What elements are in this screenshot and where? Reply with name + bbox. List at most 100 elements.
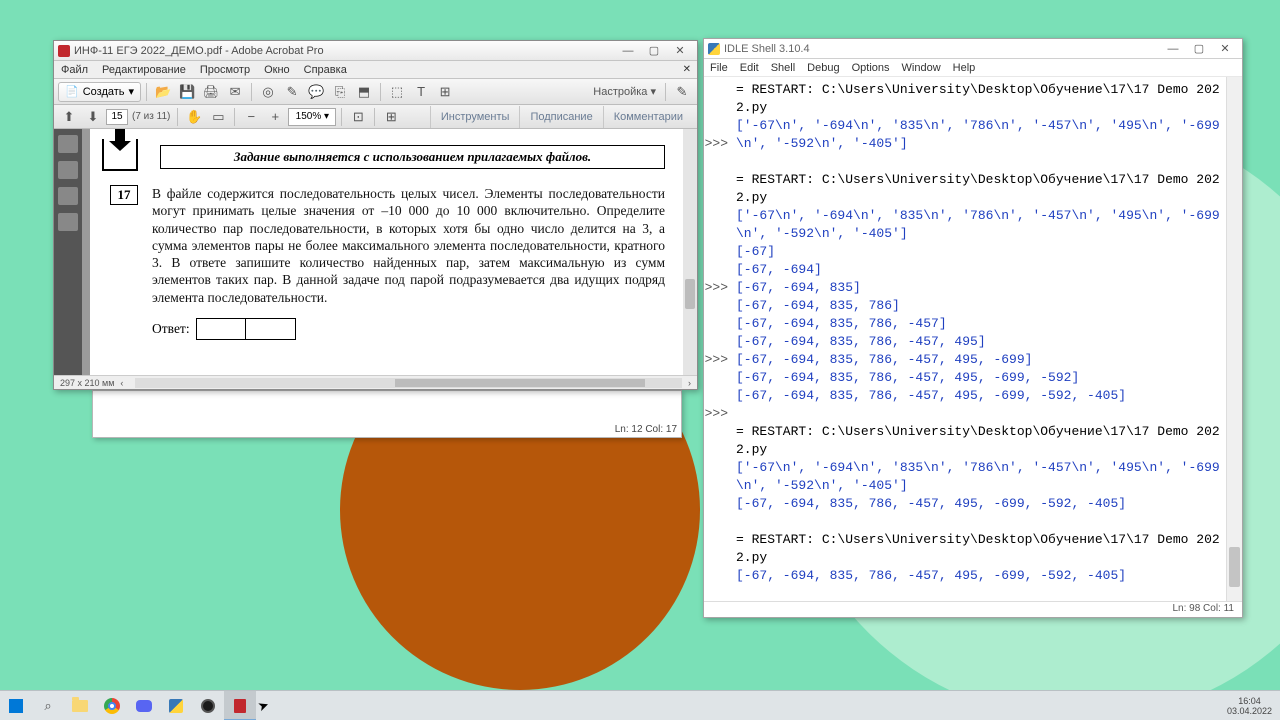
answer-box-1 <box>196 318 246 340</box>
tool-icon-1[interactable]: ◎ <box>257 82 279 102</box>
hand-tool-icon[interactable]: ✋ <box>183 107 205 127</box>
menu-view[interactable]: Просмотр <box>193 64 257 76</box>
horizontal-scrollbar[interactable] <box>135 378 682 388</box>
clock-time: 16:04 <box>1227 696 1272 706</box>
vertical-scrollbar[interactable] <box>683 129 697 375</box>
page-dimensions: 297 x 210 мм <box>60 378 114 388</box>
create-label: Создать <box>83 86 125 98</box>
task-banner: Задание выполняется с использованием при… <box>160 145 665 169</box>
background-editor-window: Ln: 12 Col: 17 <box>92 390 682 438</box>
idle-menu-shell[interactable]: Shell <box>765 62 801 74</box>
misc-tool-icon[interactable]: ⊞ <box>380 107 402 127</box>
acrobat-titlebar[interactable]: ИНФ-11 ЕГЭ 2022_ДЕМО.pdf - Adobe Acrobat… <box>54 41 697 61</box>
taskbar-idle-button[interactable] <box>160 691 192 720</box>
idle-statusbar: Ln: 98 Col: 11 <box>704 601 1242 617</box>
acrobat-toolbar-nav: ⬆ ⬇ (7 из 11) ✋ ▭ − + 150% ▾ ⊡ ⊞ Инструм… <box>54 105 697 129</box>
pdf-page: Задание выполняется с использованием при… <box>90 129 685 375</box>
taskbar-obs-button[interactable] <box>192 691 224 720</box>
acrobat-statusbar: 297 x 210 мм ‹ › <box>54 375 697 389</box>
answer-label: Ответ: <box>152 321 190 337</box>
zoom-out-icon[interactable]: − <box>240 107 262 127</box>
page-down-icon[interactable]: ⬇ <box>82 107 104 127</box>
idle-vertical-scrollbar[interactable] <box>1226 77 1242 601</box>
zoom-select[interactable]: 150% ▾ <box>288 108 336 126</box>
taskbar-clock[interactable]: 16:04 03.04.2022 <box>1219 696 1280 716</box>
acrobat-page-viewport[interactable]: Задание выполняется с использованием при… <box>82 129 697 375</box>
zoom-in-icon[interactable]: + <box>264 107 286 127</box>
start-button[interactable] <box>0 691 32 720</box>
idle-menu-debug[interactable]: Debug <box>801 62 845 74</box>
tab-sign[interactable]: Подписание <box>519 106 602 128</box>
acrobat-title: ИНФ-11 ЕГЭ 2022_ДЕМО.pdf - Adobe Acrobat… <box>74 45 615 57</box>
idle-menu-file[interactable]: File <box>704 62 734 74</box>
page-number-input[interactable] <box>106 109 128 125</box>
task-number: 17 <box>110 185 138 205</box>
sidebar-bookmarks-icon[interactable] <box>58 161 78 179</box>
idle-titlebar[interactable]: IDLE Shell 3.10.4 — ▢ ✕ <box>704 39 1242 59</box>
editor-status: Ln: 12 Col: 17 <box>615 424 677 435</box>
idle-window: IDLE Shell 3.10.4 — ▢ ✕ File Edit Shell … <box>703 38 1243 618</box>
maximize-button[interactable]: ▢ <box>641 42 667 60</box>
acrobat-sidebar <box>54 129 82 375</box>
idle-minimize-button[interactable]: — <box>1160 40 1186 58</box>
clock-date: 03.04.2022 <box>1227 706 1272 716</box>
tool-icon-3[interactable]: 💬 <box>305 82 327 102</box>
tool-icon-8[interactable]: ⊞ <box>434 82 456 102</box>
idle-close-button[interactable]: ✕ <box>1212 40 1238 58</box>
scroll-right-icon[interactable]: › <box>688 378 691 388</box>
tool-icon-7[interactable]: T <box>410 82 432 102</box>
save-icon[interactable]: 💾 <box>176 82 198 102</box>
tool-icon-9[interactable]: ✎ <box>671 82 693 102</box>
sidebar-sign-icon[interactable] <box>58 213 78 231</box>
mail-icon[interactable]: ✉ <box>224 82 246 102</box>
scroll-left-icon[interactable]: ‹ <box>114 378 129 388</box>
taskbar-search-button[interactable]: ⌕ <box>32 691 64 720</box>
pdf-icon <box>58 45 70 57</box>
taskbar-explorer-button[interactable] <box>64 691 96 720</box>
close-button[interactable]: ✕ <box>667 42 693 60</box>
open-icon[interactable]: 📂 <box>152 82 174 102</box>
acrobat-window: ИНФ-11 ЕГЭ 2022_ДЕМО.pdf - Adobe Acrobat… <box>53 40 698 390</box>
sidebar-attach-icon[interactable] <box>58 187 78 205</box>
page-total-label: (7 из 11) <box>130 111 172 122</box>
download-icon <box>102 139 138 171</box>
create-icon: 📄 <box>65 85 79 98</box>
document-close-button[interactable]: ✕ <box>677 64 697 75</box>
idle-menu-edit[interactable]: Edit <box>734 62 765 74</box>
idle-menu-window[interactable]: Window <box>896 62 947 74</box>
create-button[interactable]: 📄 Создать ▾ <box>58 82 141 102</box>
task-text: В файле содержится последовательность це… <box>152 185 665 306</box>
idle-scrollbar-thumb[interactable] <box>1229 547 1240 587</box>
tool-icon-5[interactable]: ⬒ <box>353 82 375 102</box>
idle-output[interactable]: = RESTART: C:\Users\University\Desktop\О… <box>732 77 1226 601</box>
chevron-down-icon: ▾ <box>129 85 135 98</box>
tool-icon-6[interactable]: ⬚ <box>386 82 408 102</box>
scrollbar-thumb[interactable] <box>685 279 695 309</box>
menu-window[interactable]: Окно <box>257 64 297 76</box>
menu-edit[interactable]: Редактирование <box>95 64 193 76</box>
tab-tools[interactable]: Инструменты <box>430 106 520 128</box>
tool-icon-4[interactable]: ⎘ <box>329 82 351 102</box>
tool-icon-2[interactable]: ✎ <box>281 82 303 102</box>
tab-comments[interactable]: Комментарии <box>603 106 693 128</box>
idle-title: IDLE Shell 3.10.4 <box>724 43 1160 55</box>
taskbar-discord-button[interactable] <box>128 691 160 720</box>
taskbar-chrome-button[interactable] <box>96 691 128 720</box>
minimize-button[interactable]: — <box>615 42 641 60</box>
settings-button[interactable]: Настройка ▾ <box>589 85 660 98</box>
idle-menu-options[interactable]: Options <box>846 62 896 74</box>
page-up-icon[interactable]: ⬆ <box>58 107 80 127</box>
menu-file[interactable]: Файл <box>54 64 95 76</box>
sidebar-pages-icon[interactable] <box>58 135 78 153</box>
select-tool-icon[interactable]: ▭ <box>207 107 229 127</box>
python-icon <box>708 43 720 55</box>
menu-help[interactable]: Справка <box>297 64 354 76</box>
print-icon[interactable]: 🖨 <box>200 82 222 102</box>
idle-menubar: File Edit Shell Debug Options Window Hel… <box>704 59 1242 77</box>
taskbar-acrobat-button[interactable] <box>224 691 256 720</box>
acrobat-menubar: Файл Редактирование Просмотр Окно Справк… <box>54 61 697 79</box>
taskbar: ⌕ 16:04 03.04.2022 <box>0 690 1280 720</box>
idle-maximize-button[interactable]: ▢ <box>1186 40 1212 58</box>
idle-menu-help[interactable]: Help <box>947 62 982 74</box>
fit-tool-icon[interactable]: ⊡ <box>347 107 369 127</box>
